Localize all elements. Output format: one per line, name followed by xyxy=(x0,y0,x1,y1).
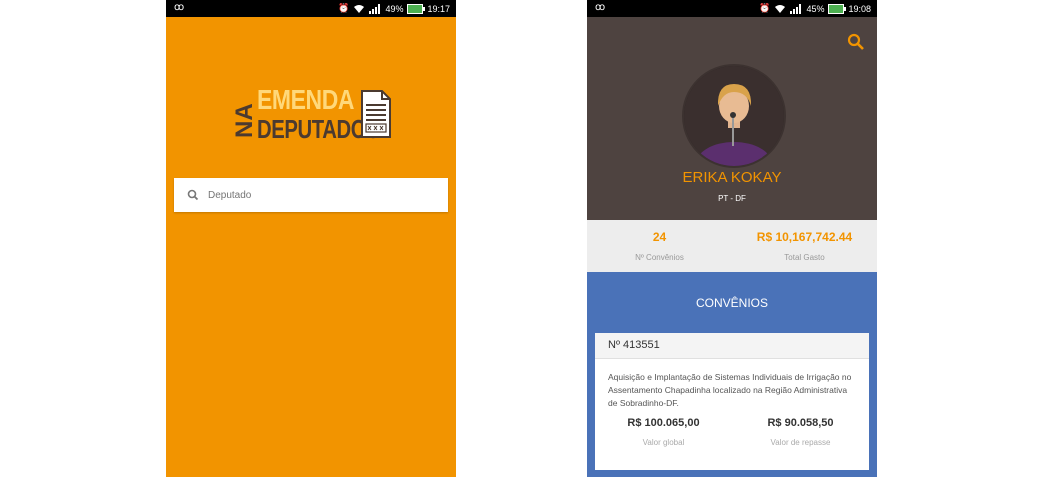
battery-icon xyxy=(407,3,426,14)
stat-label: Total Gasto xyxy=(784,253,825,262)
signal-icon xyxy=(369,3,381,14)
clock: 19:08 xyxy=(848,3,871,14)
global-value: R$ 100.065,00 Valor global xyxy=(595,417,732,447)
deputy-avatar xyxy=(682,64,786,168)
signal-icon xyxy=(790,3,802,14)
deputy-detail-screen: ꝏ ⏰ 45% 19:08 ERIKA KOKAY PT - DF 24 Nº … xyxy=(587,0,877,477)
deputy-search-input[interactable] xyxy=(206,188,440,202)
deputy-name: ERIKA KOKAY xyxy=(682,169,782,186)
battery-percent: 45% xyxy=(806,3,825,14)
status-bar: ꝏ ⏰ 49% 19:17 xyxy=(166,0,456,17)
alarm-icon: ⏰ xyxy=(338,3,350,13)
amount-label: Valor de repasse xyxy=(770,438,831,447)
agreement-description: Aquisição e Implantação de Sistemas Indi… xyxy=(608,372,852,408)
agreement-card[interactable]: Nº 413551 Aquisição e Implantação de Sis… xyxy=(595,333,869,470)
app-logo: NA EMENDA DEPUTADOS xyxy=(229,76,399,144)
stat-value: R$ 10,167,742.44 xyxy=(756,230,853,244)
stat-label: Nº Convênios xyxy=(635,253,684,262)
deputy-party: PT - DF xyxy=(718,194,746,203)
transfer-value: R$ 90.058,50 Valor de repasse xyxy=(732,417,869,447)
stat-total-spent: R$ 10,167,742.44 Total Gasto xyxy=(732,220,877,262)
section-title: CONVÊNIOS xyxy=(695,296,768,310)
voicemail-icon: ꝏ xyxy=(174,2,185,13)
deputy-header: ERIKA KOKAY PT - DF xyxy=(587,17,877,220)
amount-value: R$ 100.065,00 xyxy=(627,417,700,429)
logo-emenda: EMENDA xyxy=(257,84,355,115)
battery-percent: 49% xyxy=(385,3,404,14)
search-screen: ꝏ ⏰ 49% 19:17 NA EMENDA DEPUTADOS xyxy=(166,0,456,477)
amount-value: R$ 90.058,50 xyxy=(767,417,834,429)
document-icon xyxy=(361,90,391,138)
search-icon[interactable] xyxy=(847,33,865,51)
alarm-icon: ⏰ xyxy=(759,3,771,13)
deputy-stats: 24 Nº Convênios R$ 10,167,742.44 Total G… xyxy=(587,220,877,272)
stat-convenios: 24 Nº Convênios xyxy=(587,220,732,262)
wifi-icon xyxy=(354,4,365,13)
wifi-icon xyxy=(775,4,786,13)
agreement-number: Nº 413551 xyxy=(595,333,869,359)
search-icon xyxy=(187,189,199,201)
voicemail-icon: ꝏ xyxy=(595,2,606,13)
logo-na: NA xyxy=(231,103,258,138)
battery-icon xyxy=(828,3,847,14)
amount-label: Valor global xyxy=(642,438,685,447)
clock: 19:17 xyxy=(427,3,450,14)
status-bar: ꝏ ⏰ 45% 19:08 xyxy=(587,0,877,17)
stat-value: 24 xyxy=(652,230,667,244)
deputy-search-bar[interactable] xyxy=(174,178,448,212)
deputy-photo xyxy=(684,66,784,166)
